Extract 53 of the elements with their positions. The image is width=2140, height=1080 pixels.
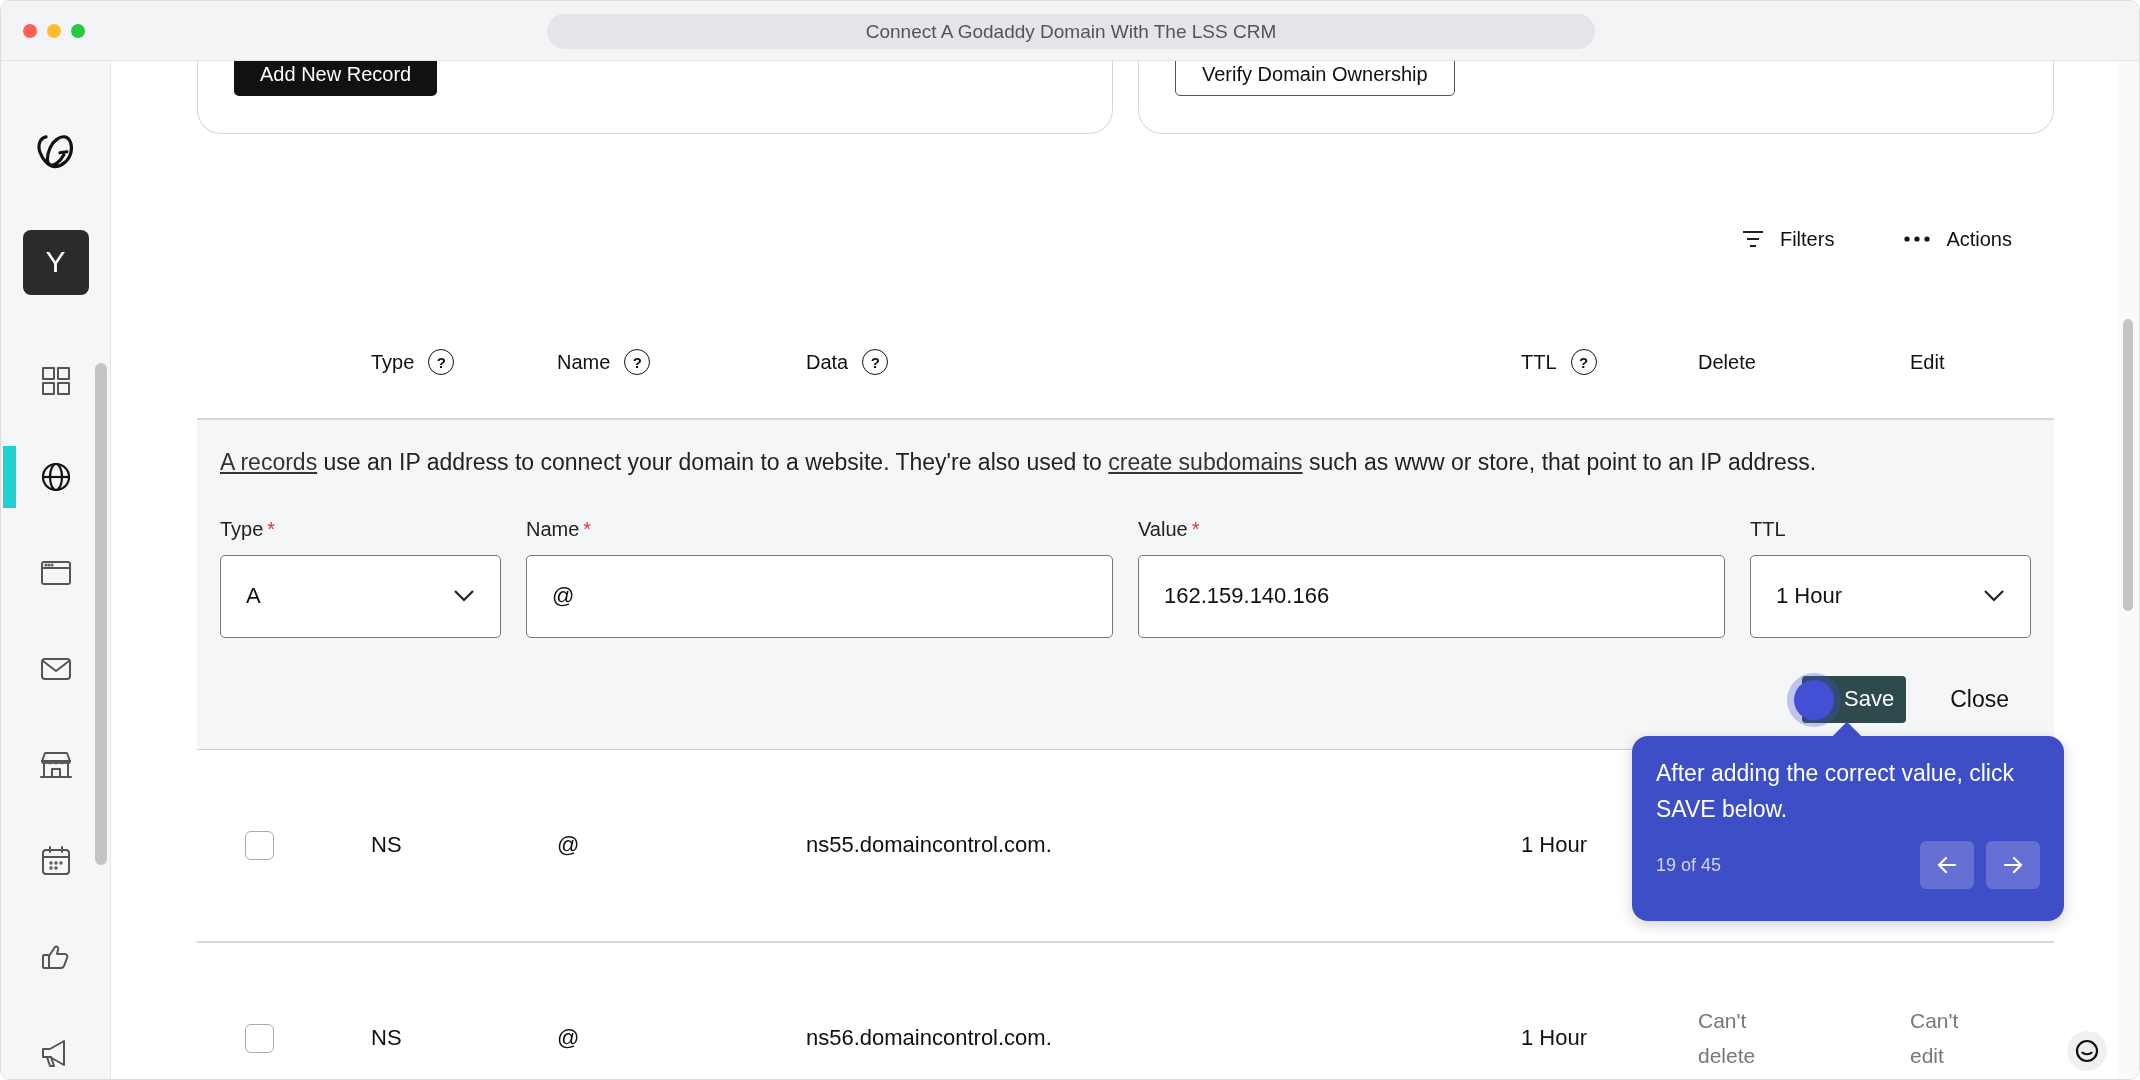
actions-button[interactable]: Actions	[1904, 227, 2012, 251]
filter-icon	[1741, 230, 1764, 248]
table-cell-text: NS	[371, 1025, 403, 1052]
field-label: Name *	[526, 517, 593, 541]
column-header: Edit	[1910, 350, 1945, 374]
table-cell-text: 1 Hour	[1521, 832, 1589, 859]
tooltip-text: After adding the correct value, click SAVE below.	[1656, 759, 2015, 824]
table-cell-text: Can't delete	[1698, 1007, 1757, 1070]
field-label: TTL	[1750, 517, 1787, 541]
required-mark: *	[267, 517, 276, 540]
chat-icon	[2074, 1038, 2100, 1064]
window-title: Connect A Godaddy Domain With The LSS CRM	[547, 14, 1595, 49]
step-counter: 19 of 45	[1656, 854, 1722, 876]
table-cell-text: ns55.domaincontrol.com.	[806, 832, 1053, 859]
chevron-down-icon	[1983, 589, 2005, 604]
scrollbar[interactable]	[2123, 319, 2133, 611]
field-label: Type *	[220, 517, 277, 541]
required-mark: *	[583, 517, 592, 540]
scrollbar[interactable]	[95, 363, 107, 865]
input-field[interactable]: 162.159.140.166	[1138, 554, 1725, 638]
table-cell-text: ns56.domaincontrol.com.	[806, 1025, 1053, 1052]
column-header: Name	[557, 350, 611, 374]
account-avatar[interactable]: Y	[22, 229, 89, 295]
dropdown[interactable]: A	[220, 554, 501, 638]
checkbox[interactable]	[245, 830, 274, 860]
close-button[interactable]: Close	[1950, 685, 2009, 713]
next-button[interactable]	[1986, 841, 2040, 890]
table-cell-text: @	[557, 832, 581, 859]
description-text: A records use an IP address to connect your domain to a website. They're also used to create subdomains such as www or store, that point to an IP address.	[220, 448, 1818, 477]
add-record-button[interactable]: Add New Record	[234, 61, 438, 96]
column-header: Data	[806, 350, 849, 374]
table-cell-text: NS	[371, 832, 403, 859]
chevron-down-icon	[453, 589, 475, 604]
back-button[interactable]	[1920, 841, 1974, 890]
link[interactable]: A records	[220, 449, 318, 475]
column-header: TTL	[1521, 350, 1557, 374]
field-label: Value *	[1138, 517, 1201, 541]
input-field[interactable]: @	[526, 554, 1113, 638]
active-indicator	[3, 446, 16, 508]
table-cell-text: @	[557, 1025, 581, 1052]
checkbox[interactable]	[245, 1023, 274, 1053]
window-control[interactable]	[23, 23, 37, 38]
table-cell-text: 1 Hour	[1521, 1025, 1589, 1052]
dropdown[interactable]: 1 Hour	[1750, 554, 2031, 638]
filters-button[interactable]: Filters	[1741, 227, 1835, 251]
chat-button[interactable]	[2067, 1031, 2107, 1071]
link[interactable]: create subdomains	[1108, 449, 1303, 475]
table-cell-text: Can't edit	[1910, 1007, 1960, 1070]
more-icon	[1904, 236, 1931, 242]
verify-domain-button[interactable]: Verify Domain Ownership	[1175, 61, 1455, 96]
column-header: Delete	[1698, 350, 1756, 374]
column-header: Type	[371, 350, 415, 374]
required-mark: *	[1191, 517, 1200, 540]
